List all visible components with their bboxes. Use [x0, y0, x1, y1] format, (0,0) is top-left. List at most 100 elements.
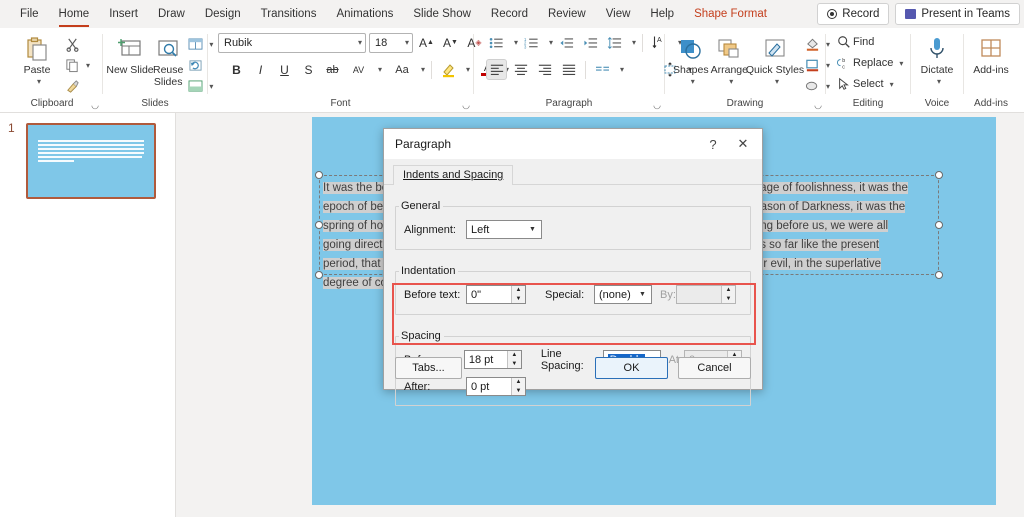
- columns-button[interactable]: [592, 59, 613, 80]
- paragraph-dialog-launcher[interactable]: ◡: [653, 100, 661, 111]
- bold-button[interactable]: B: [226, 59, 247, 80]
- new-slide-button[interactable]: New Slide: [106, 32, 154, 76]
- tab-transitions[interactable]: Transitions: [251, 2, 327, 26]
- paste-button[interactable]: Paste ▾: [14, 32, 60, 88]
- chevron-down-icon[interactable]: ▾: [725, 76, 733, 88]
- tab-indents-and-spacing[interactable]: Indents and Spacing: [393, 165, 514, 185]
- find-button[interactable]: Find: [834, 32, 877, 52]
- addins-button[interactable]: Add-ins: [968, 32, 1014, 76]
- shapes-button[interactable]: Shapes ▾: [673, 32, 709, 88]
- close-icon[interactable]: ✕: [728, 131, 758, 157]
- tab-insert[interactable]: Insert: [99, 2, 148, 26]
- chevron-down-icon[interactable]: ▾: [82, 61, 90, 70]
- strikethrough-button[interactable]: ab: [322, 59, 343, 80]
- reuse-slides-button[interactable]: Reuse Slides: [153, 32, 183, 88]
- slide-thumbnail-1[interactable]: [26, 123, 156, 199]
- character-spacing-button[interactable]: AV: [346, 59, 371, 80]
- resize-handle-bl[interactable]: [315, 271, 323, 279]
- decrease-indent-button[interactable]: [556, 32, 577, 53]
- chevron-down-icon[interactable]: ▾: [771, 76, 779, 88]
- align-center-button[interactable]: [510, 59, 531, 80]
- change-case-button[interactable]: Aa: [390, 59, 414, 80]
- dictate-button[interactable]: Dictate ▾: [915, 32, 959, 88]
- line-spacing-button[interactable]: [604, 32, 625, 53]
- spinner-down-icon[interactable]: ▼: [512, 295, 525, 304]
- copy-button[interactable]: ▾: [62, 55, 93, 75]
- tab-file[interactable]: File: [10, 2, 49, 26]
- tab-draw[interactable]: Draw: [148, 2, 195, 26]
- tabs-button[interactable]: Tabs...: [395, 357, 462, 379]
- ok-button[interactable]: OK: [595, 357, 668, 379]
- chevron-down-icon[interactable]: ▾: [895, 59, 903, 68]
- align-right-button[interactable]: [534, 59, 555, 80]
- align-left-button[interactable]: [486, 59, 507, 80]
- chevron-down-icon[interactable]: ▾: [545, 38, 553, 47]
- underline-button[interactable]: U: [274, 59, 295, 80]
- tab-review[interactable]: Review: [538, 2, 596, 26]
- tab-animations[interactable]: Animations: [326, 2, 403, 26]
- cut-button[interactable]: [62, 34, 93, 54]
- resize-handle-r[interactable]: [935, 221, 943, 229]
- chevron-down-icon[interactable]: ▼: [636, 291, 649, 298]
- chevron-down-icon[interactable]: ▾: [33, 76, 41, 88]
- justify-button[interactable]: [558, 59, 579, 80]
- chevron-down-icon[interactable]: ▾: [616, 65, 624, 74]
- present-in-teams-button[interactable]: Present in Teams: [895, 3, 1020, 25]
- special-select[interactable]: (none) ▼: [594, 285, 652, 304]
- font-family-combo[interactable]: Rubik ▾: [218, 32, 366, 53]
- chevron-down-icon[interactable]: ▾: [401, 38, 409, 47]
- drawing-dialog-launcher[interactable]: ◡: [814, 100, 822, 111]
- text-shadow-button[interactable]: S: [298, 59, 319, 80]
- select-button[interactable]: Select ▾: [834, 74, 897, 94]
- spinner-up-icon[interactable]: ▲: [512, 286, 525, 295]
- chevron-down-icon[interactable]: ▾: [687, 76, 695, 88]
- numbering-button[interactable]: 1 2 3: [521, 32, 542, 53]
- tab-view[interactable]: View: [596, 2, 641, 26]
- shrink-font-button[interactable]: A ▼: [440, 32, 461, 53]
- chevron-down-icon[interactable]: ▾: [628, 38, 636, 47]
- resize-handle-br[interactable]: [935, 271, 943, 279]
- alignment-select[interactable]: Left ▼: [466, 220, 542, 239]
- tab-help[interactable]: Help: [640, 2, 684, 26]
- bullets-button[interactable]: [486, 32, 507, 53]
- font-row-top: Rubik ▾ 18 ▾ A ▲ A ▼ A ◈: [218, 32, 485, 53]
- chevron-down-icon[interactable]: ▾: [354, 38, 362, 47]
- resize-handle-tr[interactable]: [935, 171, 943, 179]
- resize-handle-l[interactable]: [315, 221, 323, 229]
- text-highlight-button[interactable]: [438, 59, 459, 80]
- record-button[interactable]: Record: [817, 3, 890, 25]
- chevron-down-icon[interactable]: ▾: [417, 65, 425, 74]
- tab-home[interactable]: Home: [49, 2, 100, 27]
- tab-design[interactable]: Design: [195, 2, 251, 26]
- quick-styles-button[interactable]: Quick Styles ▾: [746, 32, 804, 88]
- font-group-label: Font: [330, 98, 351, 109]
- grow-font-button[interactable]: A ▲: [416, 32, 437, 53]
- chevron-down-icon[interactable]: ▾: [510, 38, 518, 47]
- tab-record[interactable]: Record: [481, 2, 538, 26]
- paragraph-dialog[interactable]: Paragraph ? ✕ Indents and Spacing Genera…: [383, 128, 763, 406]
- cancel-button[interactable]: Cancel: [678, 357, 751, 379]
- chevron-down-icon[interactable]: ▾: [886, 80, 894, 89]
- dialog-tabs: Indents and Spacing: [384, 159, 762, 185]
- tab-shape-format[interactable]: Shape Format: [684, 2, 777, 26]
- ribbon-group-paragraph: ▾ 1 2 3 ▾ ▾ A ▾ ▾ ▾ Paragraph ◡: [474, 28, 692, 112]
- arrange-button[interactable]: Arrange ▾: [711, 32, 748, 88]
- increase-indent-button[interactable]: [580, 32, 601, 53]
- resize-handle-tl[interactable]: [315, 171, 323, 179]
- slide-thumbnail-pane[interactable]: 1: [0, 113, 176, 517]
- before-text-spinner[interactable]: 0" ▲ ▼: [466, 285, 526, 304]
- chevron-down-icon[interactable]: ▾: [462, 65, 470, 74]
- spinner-buttons[interactable]: ▲ ▼: [511, 286, 525, 303]
- chevron-down-icon[interactable]: ▾: [933, 76, 941, 88]
- chevron-down-icon[interactable]: ▼: [526, 226, 539, 233]
- chevron-down-icon[interactable]: ▾: [374, 65, 382, 74]
- replace-button[interactable]: b c Replace ▾: [834, 53, 906, 73]
- format-painter-button[interactable]: [62, 76, 93, 96]
- font-size-combo[interactable]: 18 ▾: [369, 32, 413, 53]
- font-dialog-launcher[interactable]: ◡: [462, 100, 470, 111]
- clipboard-dialog-launcher[interactable]: ◡: [91, 100, 99, 111]
- help-icon[interactable]: ?: [698, 131, 728, 157]
- tab-slide-show[interactable]: Slide Show: [403, 2, 481, 26]
- present-in-teams-label: Present in Teams: [921, 8, 1010, 20]
- italic-button[interactable]: I: [250, 59, 271, 80]
